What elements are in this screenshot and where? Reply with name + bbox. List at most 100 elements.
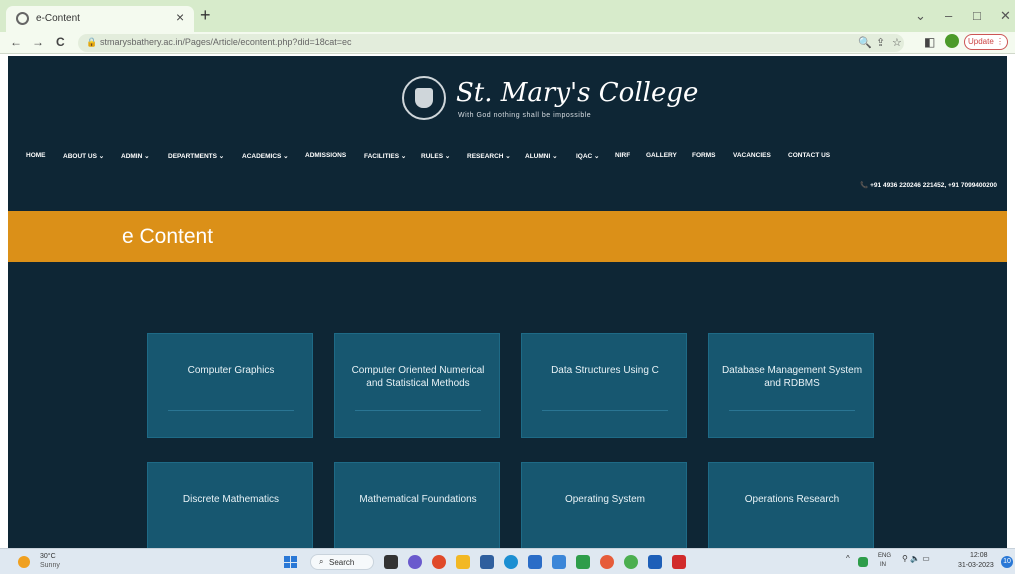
close-tab-icon[interactable]: × <box>176 9 184 25</box>
browser-window: e-Content × + ⌄ – □ ✕ ← → C 🔒 stmarysbat… <box>0 0 1015 574</box>
course-card-label: Operations Research <box>744 494 840 505</box>
globe-icon <box>16 12 29 25</box>
sun-icon[interactable] <box>18 556 30 568</box>
chat-icon[interactable] <box>408 555 422 569</box>
page-banner: e Content <box>8 211 1007 262</box>
card-divider <box>355 410 481 411</box>
nav-nirf[interactable]: NIRF <box>615 152 630 159</box>
logo-emblem <box>415 88 433 108</box>
close-window-icon[interactable]: ✕ <box>1000 8 1011 24</box>
nav-admissions[interactable]: ADMISSIONS <box>305 152 346 159</box>
menu-dots-icon: ⋮ <box>996 37 1005 46</box>
nav-departments[interactable]: DEPARTMENTS ⌄ <box>168 152 224 160</box>
region-indicator[interactable]: IN <box>880 562 886 568</box>
clock-date[interactable]: 31-03-2023 <box>958 562 994 569</box>
xbox-icon[interactable] <box>576 555 590 569</box>
nav-facilities[interactable]: FACILITIES ⌄ <box>364 152 406 160</box>
tab-econtent[interactable]: e-Content × <box>6 6 194 32</box>
windows-start-icon[interactable] <box>284 556 297 568</box>
card-divider <box>168 410 294 411</box>
course-card[interactable]: Mathematical Foundations <box>334 462 500 548</box>
wifi-sound-battery-icons[interactable]: ⚲ 🔈 ▭ <box>902 554 930 563</box>
nav-about-us[interactable]: ABOUT US ⌄ <box>63 152 104 160</box>
url-text[interactable]: stmarysbathery.ac.in/Pages/Article/econt… <box>100 37 351 47</box>
nav-forms[interactable]: FORMS <box>692 152 715 159</box>
task-view-icon[interactable] <box>384 555 398 569</box>
course-card-label: Database Management System and RDBMS <box>721 365 863 389</box>
acrobat-icon[interactable] <box>672 555 686 569</box>
course-card[interactable]: Computer Oriented Numerical and Statisti… <box>334 333 500 438</box>
chrome-icon[interactable] <box>432 555 446 569</box>
nav-research[interactable]: RESEARCH ⌄ <box>467 152 511 160</box>
course-card[interactable]: Database Management System and RDBMS <box>708 333 874 438</box>
weather-temperature[interactable]: 30°C <box>40 553 56 560</box>
profile-avatar[interactable] <box>945 34 959 48</box>
course-card-label: Mathematical Foundations <box>359 494 477 505</box>
weather-description[interactable]: Sunny <box>40 562 60 569</box>
college-logo[interactable] <box>402 76 446 120</box>
tab-search-icon[interactable]: ⌄ <box>915 8 926 24</box>
course-card-label: Operating System <box>564 494 646 505</box>
course-card[interactable]: Operations Research <box>708 462 874 548</box>
clock-time[interactable]: 12:08 <box>970 552 988 559</box>
course-card[interactable]: Discrete Mathematics <box>147 462 313 548</box>
tray-chevron-icon[interactable]: ^ <box>846 554 850 563</box>
taskbar: 30°C Sunny ⌕ Search ^ ENG IN ⚲ 🔈 ▭ 12:08… <box>0 548 1015 574</box>
outlook-icon[interactable] <box>648 555 662 569</box>
maximize-icon[interactable]: □ <box>973 8 981 23</box>
search-icon: ⌕ <box>319 557 324 566</box>
course-card-label: Discrete Mathematics <box>182 494 280 505</box>
file-explorer-icon[interactable] <box>456 555 470 569</box>
main-nav: HOME ABOUT US ⌄ ADMIN ⌄ DEPARTMENTS ⌄ AC… <box>8 152 1007 166</box>
update-button[interactable]: Update ⋮ <box>964 34 1008 50</box>
card-divider <box>542 410 668 411</box>
edge-icon[interactable] <box>504 555 518 569</box>
course-card-label: Computer Oriented Numerical and Statisti… <box>351 365 485 389</box>
course-card-label: Data Structures Using C <box>551 365 659 376</box>
tray-app-icon[interactable] <box>858 557 868 567</box>
share-icon[interactable]: ⇪ <box>876 36 885 49</box>
nav-home[interactable]: HOME <box>26 152 46 159</box>
web-page: St. Mary's College With God nothing shal… <box>8 56 1007 548</box>
chrome-profile-icon[interactable] <box>600 555 614 569</box>
language-indicator[interactable]: ENG <box>878 553 891 559</box>
side-panel-icon[interactable]: ◧ <box>924 35 935 49</box>
new-tab-icon[interactable]: + <box>200 6 211 24</box>
nav-vacancies[interactable]: VACANCIES <box>733 152 771 159</box>
taskbar-search[interactable]: ⌕ Search <box>310 554 374 570</box>
bookmark-star-icon[interactable]: ☆ <box>892 36 902 49</box>
tab-title: e-Content <box>36 13 80 24</box>
contact-phone[interactable]: 📞 +91 4936 220246 221452, +91 7099400200 <box>860 181 997 189</box>
course-card[interactable]: Computer Graphics <box>147 333 313 438</box>
nav-admin[interactable]: ADMIN ⌄ <box>121 152 150 160</box>
chrome-alt-icon[interactable] <box>624 555 638 569</box>
card-divider <box>729 410 855 411</box>
nav-contact-us[interactable]: CONTACT US <box>788 152 830 159</box>
notification-badge[interactable]: 10 <box>1001 556 1013 568</box>
tab-bar: e-Content × + ⌄ – □ ✕ <box>0 0 1015 32</box>
search-label: Search <box>329 558 355 567</box>
nav-rules[interactable]: RULES ⌄ <box>421 152 450 160</box>
reload-icon[interactable]: C <box>56 35 65 49</box>
lock-icon[interactable]: 🔒 <box>86 37 97 48</box>
course-card-label: Computer Graphics <box>187 365 275 376</box>
college-motto: With God nothing shall be impossible <box>458 112 592 119</box>
nav-iqac[interactable]: IQAC ⌄ <box>576 152 600 160</box>
back-icon[interactable]: ← <box>10 35 22 49</box>
minimize-icon[interactable]: – <box>945 8 952 23</box>
course-card[interactable]: Data Structures Using C <box>521 333 687 438</box>
store-icon[interactable] <box>480 555 494 569</box>
course-card[interactable]: Operating System <box>521 462 687 548</box>
zoom-icon[interactable]: 🔍 <box>858 36 872 49</box>
calendar-icon[interactable] <box>528 555 542 569</box>
page-title: e Content <box>122 225 214 248</box>
nav-alumni[interactable]: ALUMNI ⌄ <box>525 152 558 160</box>
forward-icon[interactable]: → <box>32 35 44 49</box>
nav-gallery[interactable]: GALLERY <box>646 152 677 159</box>
mail-icon[interactable] <box>552 555 566 569</box>
update-label: Update <box>967 37 994 46</box>
address-bar: ← → C 🔒 stmarysbathery.ac.in/Pages/Artic… <box>0 32 1015 54</box>
college-name[interactable]: St. Mary's College <box>456 78 698 108</box>
url-input[interactable]: 🔒 stmarysbathery.ac.in/Pages/Article/eco… <box>78 34 904 52</box>
nav-academics[interactable]: ACADEMICS ⌄ <box>242 152 289 160</box>
